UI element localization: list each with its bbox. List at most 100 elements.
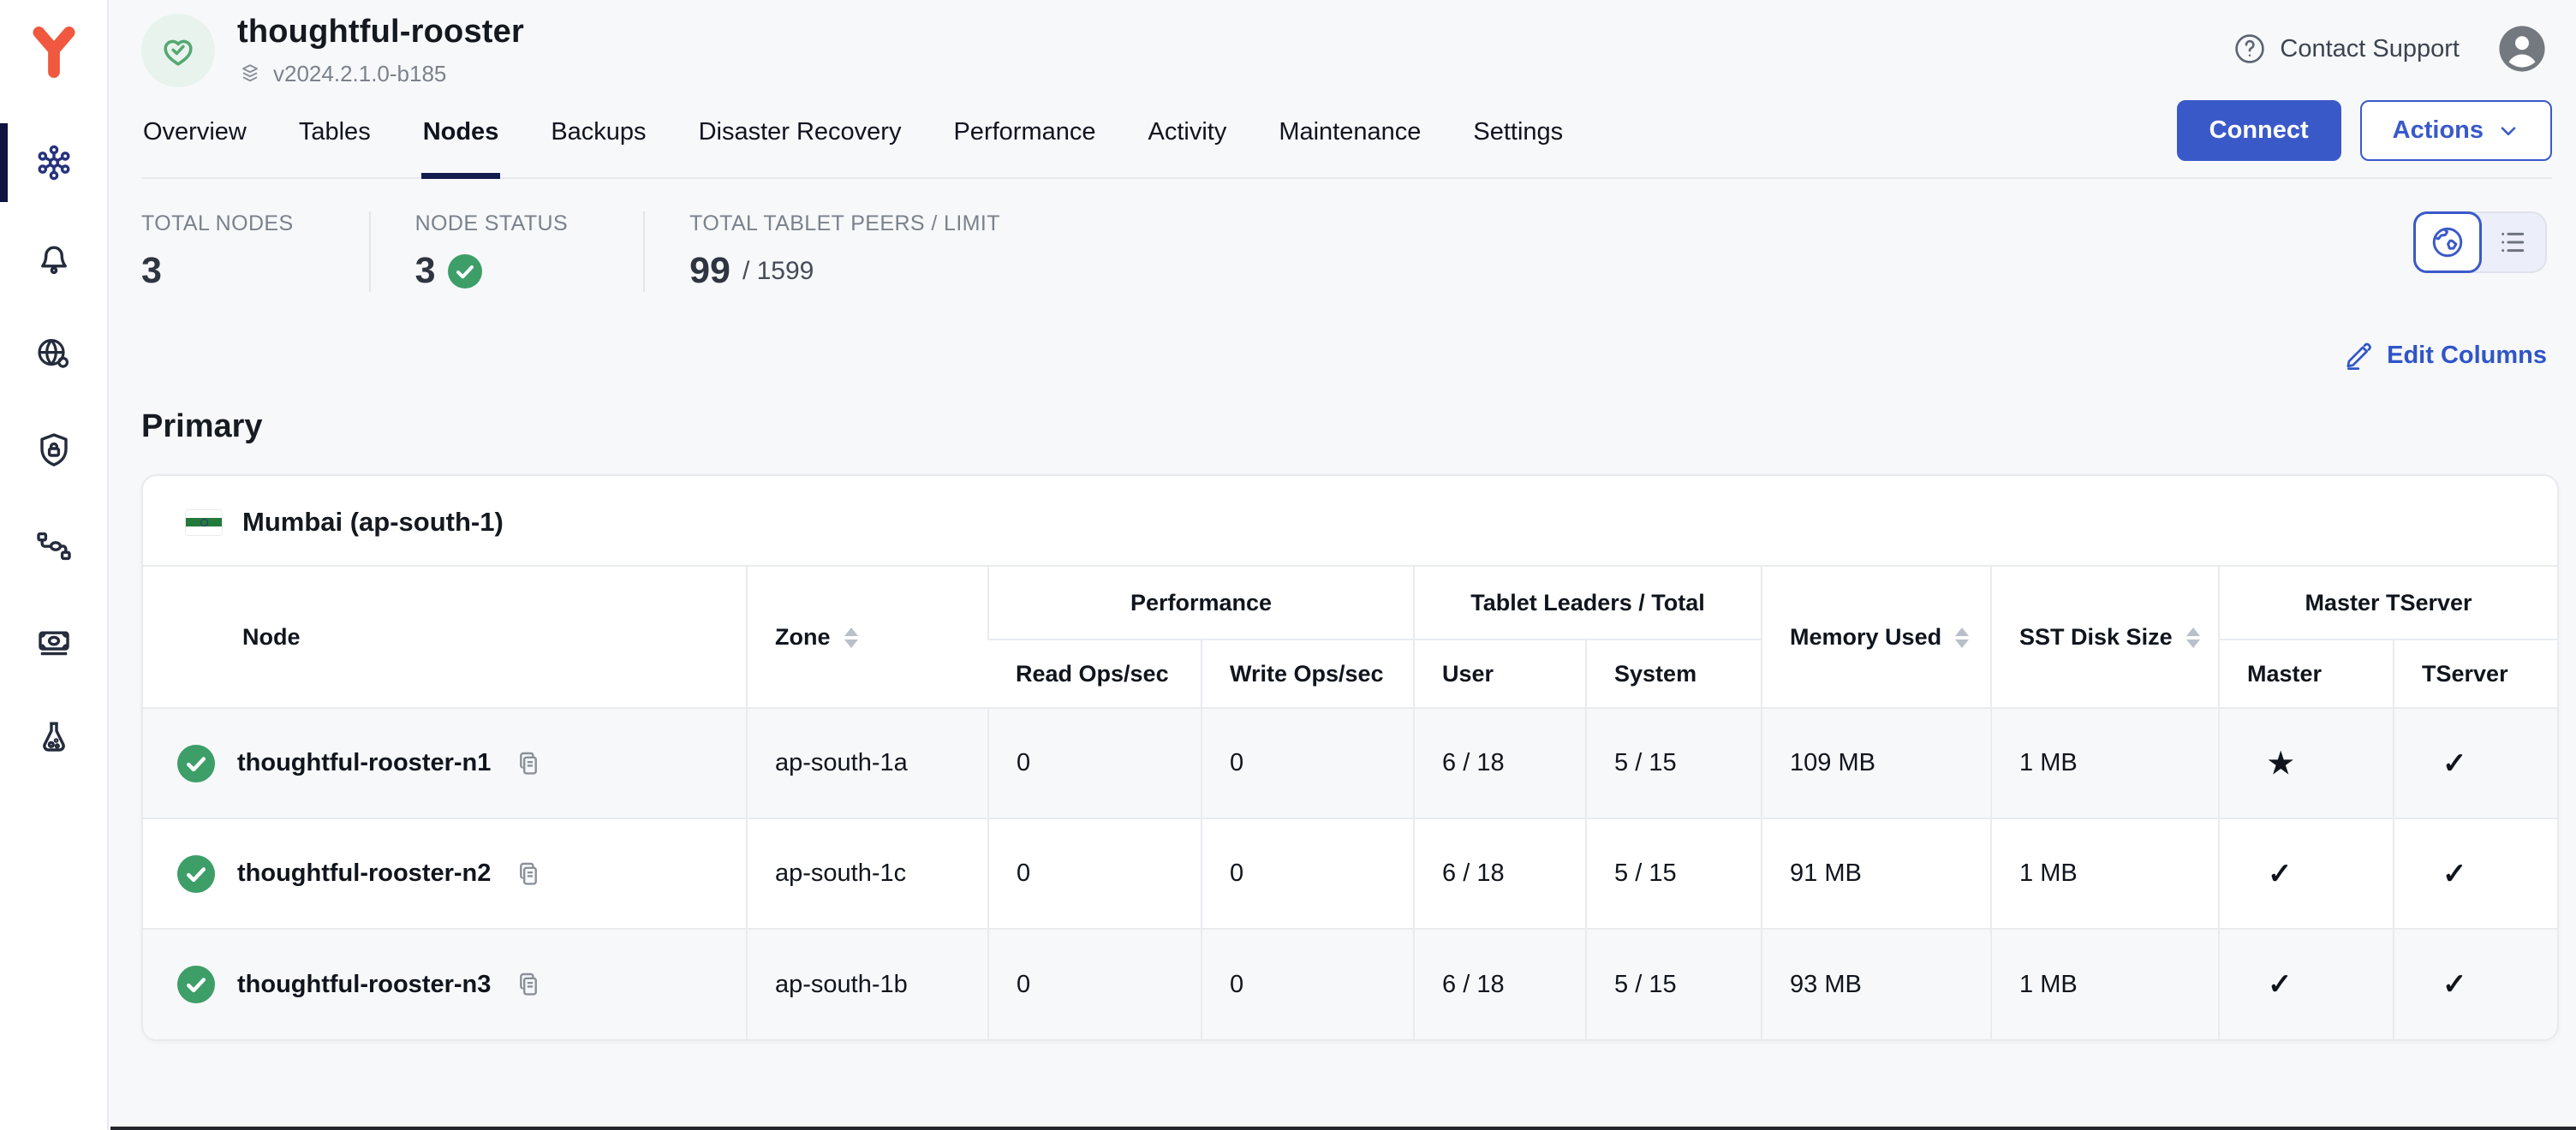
labs-flask-icon xyxy=(33,717,75,758)
tab-performance[interactable]: Performance xyxy=(951,94,1097,177)
actions-button-label: Actions xyxy=(2393,116,2484,145)
stats-row: TOTAL NODES 3 NODE STATUS 3 TOTAL TABLET… xyxy=(134,179,2559,292)
node-memory: 93 MB xyxy=(1762,929,1991,1039)
sort-icon xyxy=(2186,627,2200,648)
header-actions: Connect Actions xyxy=(2177,100,2552,171)
master-role-icon: ★ xyxy=(2219,708,2394,818)
node-user-tablets: 6 / 18 xyxy=(1414,929,1586,1039)
node-read-ops: 0 xyxy=(988,708,1202,818)
heart-check-icon xyxy=(157,29,200,72)
table-row: thoughtful-rooster-n3 ap-south-1b 0 xyxy=(143,929,2557,1039)
connect-button[interactable]: Connect xyxy=(2177,100,2341,161)
alerts-bell-icon xyxy=(33,238,75,279)
copy-icon[interactable] xyxy=(513,748,544,779)
copy-icon[interactable] xyxy=(513,969,544,1000)
list-view-icon xyxy=(2496,225,2530,259)
tserver-check-icon: ✓ xyxy=(2394,929,2557,1039)
tab-nodes[interactable]: Nodes xyxy=(421,94,501,177)
actions-button[interactable]: Actions xyxy=(2360,100,2552,161)
india-flag-icon xyxy=(186,510,222,535)
nav-alerts[interactable] xyxy=(0,211,107,306)
column-header-zone[interactable]: Zone xyxy=(747,566,988,708)
page-title: thoughtful-rooster xyxy=(237,14,524,51)
nav-billing[interactable] xyxy=(0,594,107,690)
chevron-down-icon xyxy=(2497,120,2519,142)
column-header-user: User xyxy=(1414,639,1586,708)
nav-network[interactable] xyxy=(0,306,107,402)
page-header: thoughtful-rooster v2024.2.1.0-b185 xyxy=(134,0,2559,92)
green-check-circle-icon xyxy=(448,254,482,288)
column-header-sst[interactable]: SST Disk Size xyxy=(1991,566,2219,708)
integrations-flow-icon xyxy=(33,526,75,567)
node-name: thoughtful-rooster-n1 xyxy=(237,749,491,777)
nav-clusters[interactable] xyxy=(0,115,107,211)
node-read-ops: 0 xyxy=(988,818,1202,929)
sort-icon xyxy=(844,627,858,648)
stat-tablet-peers: TOTAL TABLET PEERS / LIMIT 99 / 1599 xyxy=(643,211,1076,292)
node-sst: 1 MB xyxy=(1991,708,2219,818)
stat-value: 99 xyxy=(689,250,730,292)
tab-settings[interactable]: Settings xyxy=(1471,94,1565,177)
tab-tables[interactable]: Tables xyxy=(297,94,373,177)
region-title: Mumbai (ap-south-1) xyxy=(242,507,504,538)
tab-activity[interactable]: Activity xyxy=(1146,94,1228,177)
column-group-tablet-leaders: Tablet Leaders / Total xyxy=(1414,566,1762,639)
node-memory: 91 MB xyxy=(1762,818,1991,929)
map-view-toggle[interactable] xyxy=(2413,211,2482,273)
stat-node-status: NODE STATUS 3 xyxy=(369,211,644,292)
yugabyte-logo[interactable] xyxy=(26,14,82,91)
nav-integrations[interactable] xyxy=(0,498,107,594)
help-circle-icon xyxy=(2232,31,2268,67)
list-view-toggle[interactable] xyxy=(2480,213,2545,271)
node-system-tablets: 5 / 15 xyxy=(1586,708,1762,818)
node-zone: ap-south-1a xyxy=(747,708,988,818)
node-name: thoughtful-rooster-n2 xyxy=(237,859,491,888)
cluster-health-badge xyxy=(141,14,215,87)
zone-header-label: Zone xyxy=(775,624,831,650)
cluster-hub-icon xyxy=(33,142,75,183)
section-title: Primary xyxy=(141,408,2559,445)
tab-backups[interactable]: Backups xyxy=(549,94,647,177)
stat-value: 3 xyxy=(415,250,436,292)
region-card: Mumbai (ap-south-1) Node Zone Performanc… xyxy=(141,474,2559,1041)
node-system-tablets: 5 / 15 xyxy=(1586,818,1762,929)
cluster-version: v2024.2.1.0-b185 xyxy=(237,61,524,87)
copy-icon[interactable] xyxy=(513,859,544,889)
column-group-performance: Performance xyxy=(988,566,1414,639)
contact-support-link[interactable]: Contact Support xyxy=(2232,31,2460,67)
node-name: thoughtful-rooster-n3 xyxy=(237,971,491,999)
column-header-read-ops: Read Ops/sec xyxy=(988,639,1202,708)
tab-overview[interactable]: Overview xyxy=(141,94,248,177)
node-system-tablets: 5 / 15 xyxy=(1586,929,1762,1039)
node-status-icon xyxy=(177,966,215,1003)
view-toggle xyxy=(2413,211,2547,273)
master-check-icon: ✓ xyxy=(2219,818,2394,929)
header-right: Contact Support xyxy=(2232,14,2547,74)
stat-total-nodes: TOTAL NODES 3 xyxy=(141,211,369,292)
column-header-master: Master xyxy=(2219,639,2394,708)
nav-labs[interactable] xyxy=(0,690,107,786)
nodes-table: Node Zone Performance Tablet Leaders / T… xyxy=(143,565,2557,1039)
column-header-write-ops: Write Ops/sec xyxy=(1202,639,1414,708)
column-header-tserver: TServer xyxy=(2394,639,2557,708)
column-header-system: System xyxy=(1586,639,1762,708)
node-sst: 1 MB xyxy=(1991,929,2219,1039)
network-settings-icon xyxy=(33,334,75,375)
tab-disaster-recovery[interactable]: Disaster Recovery xyxy=(697,94,903,177)
node-status-icon xyxy=(177,745,215,782)
tabs: Overview Tables Nodes Backups Disaster R… xyxy=(141,94,1565,177)
window-bottom-edge xyxy=(110,1127,2576,1130)
node-memory: 109 MB xyxy=(1762,708,1991,818)
nodes-table-header: Node Zone Performance Tablet Leaders / T… xyxy=(143,566,2557,708)
edit-columns-button[interactable]: Edit Columns xyxy=(2344,340,2547,371)
memory-header-label: Memory Used xyxy=(1790,624,1941,650)
contact-support-label: Contact Support xyxy=(2280,35,2460,63)
master-check-icon: ✓ xyxy=(2219,929,2394,1039)
column-header-memory[interactable]: Memory Used xyxy=(1762,566,1991,708)
tab-maintenance[interactable]: Maintenance xyxy=(1277,94,1422,177)
stat-limit: / 1599 xyxy=(742,257,814,286)
column-group-master-tserver: Master TServer xyxy=(2219,566,2557,639)
table-row: thoughtful-rooster-n1 ap-south-1a 0 xyxy=(143,708,2557,818)
user-avatar-icon[interactable] xyxy=(2497,24,2547,74)
nav-security[interactable] xyxy=(0,402,107,498)
